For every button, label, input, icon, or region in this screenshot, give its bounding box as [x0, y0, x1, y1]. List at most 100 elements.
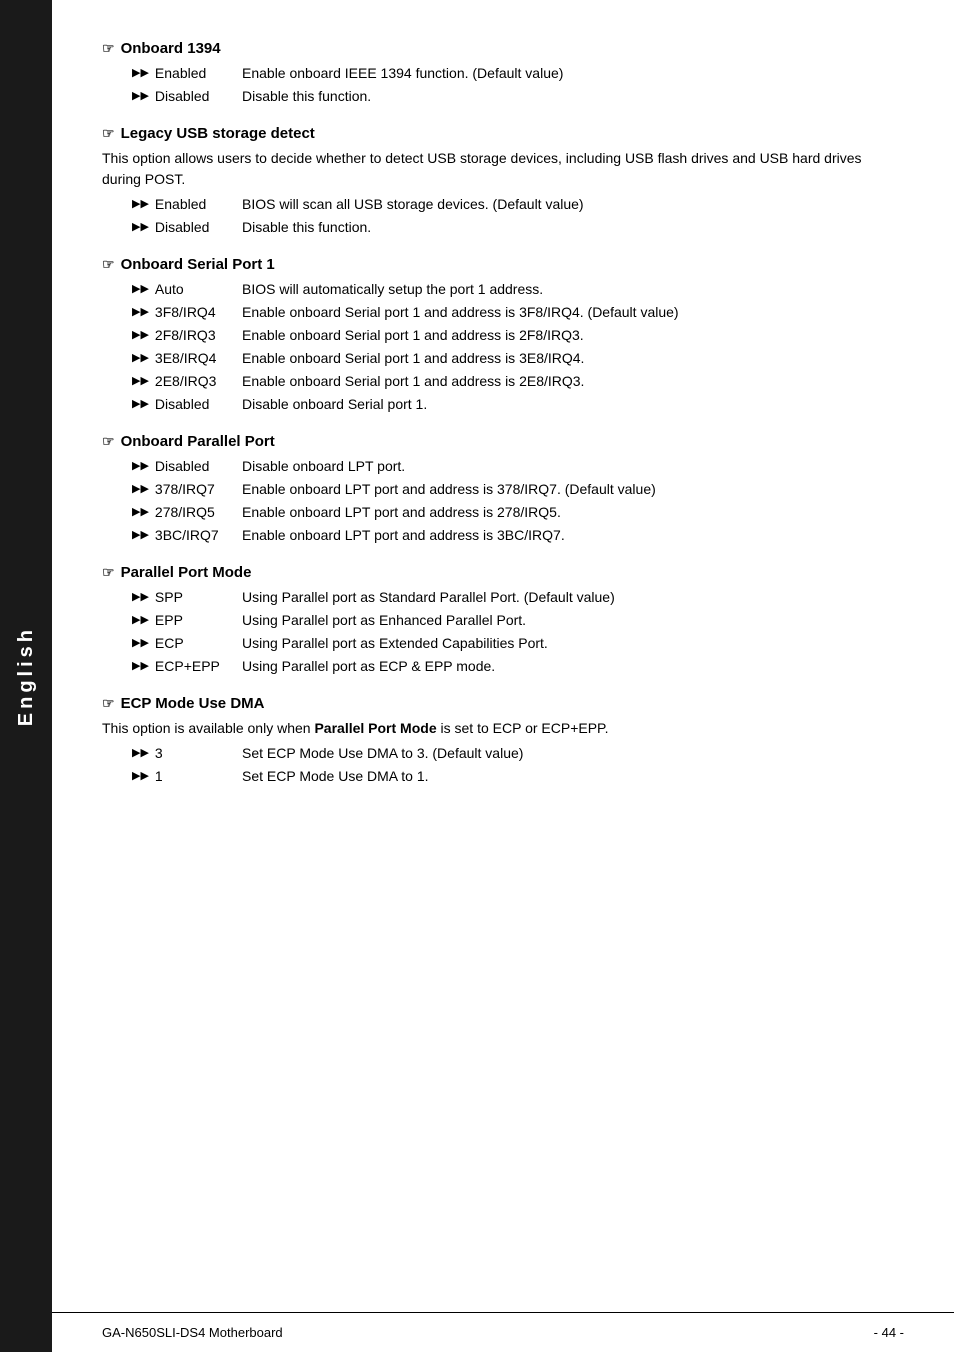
- list-item: ▶▶278/IRQ5 Enable onboard LPT port and a…: [132, 502, 904, 523]
- option-key: ▶▶3: [132, 743, 242, 764]
- arrow-icon: ▶▶: [132, 589, 149, 606]
- option-key: ▶▶Disabled: [132, 217, 242, 238]
- options-usb: ▶▶Enabled BIOS will scan all USB storage…: [132, 194, 904, 238]
- list-item: ▶▶2F8/IRQ3 Enable onboard Serial port 1 …: [132, 325, 904, 346]
- title-text-ecp-dma: ECP Mode Use DMA: [121, 695, 265, 712]
- title-text-1394: Onboard 1394: [121, 40, 221, 57]
- option-key: ▶▶EPP: [132, 610, 242, 631]
- option-key: ▶▶3F8/IRQ4: [132, 302, 242, 323]
- option-key: ▶▶Disabled: [132, 394, 242, 415]
- arrow-icon: ▶▶: [132, 612, 149, 629]
- arrow-icon: ▶▶: [132, 635, 149, 652]
- phone-icon-ecp-dma: ☞: [102, 695, 115, 712]
- option-key: ▶▶SPP: [132, 587, 242, 608]
- option-key: ▶▶278/IRQ5: [132, 502, 242, 523]
- option-desc: Enable onboard IEEE 1394 function. (Defa…: [242, 63, 904, 84]
- arrow-icon: ▶▶: [132, 327, 149, 344]
- title-text-parallel: Onboard Parallel Port: [121, 433, 275, 450]
- option-key: ▶▶1: [132, 766, 242, 787]
- option-key: ▶▶ECP: [132, 633, 242, 654]
- option-desc: Disable this function.: [242, 86, 904, 107]
- section-serial-port-1: ☞ Onboard Serial Port 1 ▶▶Auto BIOS will…: [102, 256, 904, 415]
- section-title-serial-port-1: ☞ Onboard Serial Port 1: [102, 256, 904, 273]
- list-item: ▶▶2E8/IRQ3 Enable onboard Serial port 1 …: [132, 371, 904, 392]
- option-desc: Set ECP Mode Use DMA to 1.: [242, 766, 904, 787]
- list-item: ▶▶Disabled Disable onboard LPT port.: [132, 456, 904, 477]
- option-desc: Enable onboard LPT port and address is 2…: [242, 502, 904, 523]
- arrow-icon: ▶▶: [132, 527, 149, 544]
- option-key: ▶▶3BC/IRQ7: [132, 525, 242, 546]
- option-desc: Disable this function.: [242, 217, 904, 238]
- section-parallel-mode: ☞ Parallel Port Mode ▶▶SPP Using Paralle…: [102, 564, 904, 677]
- options-serial1: ▶▶Auto BIOS will automatically setup the…: [132, 279, 904, 415]
- section-desc-ecp-dma: This option is available only when Paral…: [102, 718, 904, 739]
- list-item: ▶▶1 Set ECP Mode Use DMA to 1.: [132, 766, 904, 787]
- option-desc: Using Parallel port as Extended Capabili…: [242, 633, 904, 654]
- option-key: ▶▶ECP+EPP: [132, 656, 242, 677]
- list-item: ▶▶Disabled Disable this function.: [132, 86, 904, 107]
- footer-left: GA-N650SLI-DS4 Motherboard: [102, 1325, 283, 1340]
- title-text-parallel-mode: Parallel Port Mode: [121, 564, 252, 581]
- option-key: ▶▶2F8/IRQ3: [132, 325, 242, 346]
- option-desc: Enable onboard Serial port 1 and address…: [242, 371, 904, 392]
- arrow-icon: ▶▶: [132, 219, 149, 236]
- arrow-icon: ▶▶: [132, 768, 149, 785]
- list-item: ▶▶EPP Using Parallel port as Enhanced Pa…: [132, 610, 904, 631]
- option-key: ▶▶Enabled: [132, 194, 242, 215]
- option-key: ▶▶3E8/IRQ4: [132, 348, 242, 369]
- phone-icon-1394: ☞: [102, 40, 115, 57]
- section-ecp-dma: ☞ ECP Mode Use DMA This option is availa…: [102, 695, 904, 787]
- list-item: ▶▶Auto BIOS will automatically setup the…: [132, 279, 904, 300]
- option-desc: Using Parallel port as Standard Parallel…: [242, 587, 904, 608]
- option-desc: BIOS will automatically setup the port 1…: [242, 279, 904, 300]
- section-desc-usb: This option allows users to decide wheth…: [102, 148, 904, 190]
- list-item: ▶▶3E8/IRQ4 Enable onboard Serial port 1 …: [132, 348, 904, 369]
- option-desc: Set ECP Mode Use DMA to 3. (Default valu…: [242, 743, 904, 764]
- list-item: ▶▶Disabled Disable this function.: [132, 217, 904, 238]
- options-parallel-mode: ▶▶SPP Using Parallel port as Standard Pa…: [132, 587, 904, 677]
- option-key: ▶▶Disabled: [132, 456, 242, 477]
- option-desc: Using Parallel port as ECP & EPP mode.: [242, 656, 904, 677]
- phone-icon-usb: ☞: [102, 125, 115, 142]
- list-item: ▶▶ECP+EPP Using Parallel port as ECP & E…: [132, 656, 904, 677]
- list-item: ▶▶3 Set ECP Mode Use DMA to 3. (Default …: [132, 743, 904, 764]
- option-desc: Enable onboard Serial port 1 and address…: [242, 302, 904, 323]
- option-key: ▶▶378/IRQ7: [132, 479, 242, 500]
- arrow-icon: ▶▶: [132, 88, 149, 105]
- phone-icon-serial1: ☞: [102, 256, 115, 273]
- option-desc: Enable onboard LPT port and address is 3…: [242, 525, 904, 546]
- list-item: ▶▶3F8/IRQ4 Enable onboard Serial port 1 …: [132, 302, 904, 323]
- arrow-icon: ▶▶: [132, 658, 149, 675]
- option-desc: Disable onboard LPT port.: [242, 456, 904, 477]
- option-key: ▶▶2E8/IRQ3: [132, 371, 242, 392]
- option-desc: Using Parallel port as Enhanced Parallel…: [242, 610, 904, 631]
- arrow-icon: ▶▶: [132, 396, 149, 413]
- options-1394: ▶▶Enabled Enable onboard IEEE 1394 funct…: [132, 63, 904, 107]
- options-ecp-dma: ▶▶3 Set ECP Mode Use DMA to 3. (Default …: [132, 743, 904, 787]
- option-desc: BIOS will scan all USB storage devices. …: [242, 194, 904, 215]
- title-text-serial1: Onboard Serial Port 1: [121, 256, 275, 273]
- arrow-icon: ▶▶: [132, 745, 149, 762]
- footer-right: - 44 -: [874, 1325, 904, 1340]
- main-content: ☞ Onboard 1394 ▶▶Enabled Enable onboard …: [52, 0, 954, 885]
- arrow-icon: ▶▶: [132, 458, 149, 475]
- option-desc: Enable onboard LPT port and address is 3…: [242, 479, 904, 500]
- title-text-usb: Legacy USB storage detect: [121, 125, 315, 142]
- arrow-icon: ▶▶: [132, 504, 149, 521]
- arrow-icon: ▶▶: [132, 373, 149, 390]
- list-item: ▶▶ECP Using Parallel port as Extended Ca…: [132, 633, 904, 654]
- section-title-parallel-port: ☞ Onboard Parallel Port: [102, 433, 904, 450]
- list-item: ▶▶Enabled BIOS will scan all USB storage…: [132, 194, 904, 215]
- arrow-icon: ▶▶: [132, 65, 149, 82]
- list-item: ▶▶Disabled Disable onboard Serial port 1…: [132, 394, 904, 415]
- list-item: ▶▶Enabled Enable onboard IEEE 1394 funct…: [132, 63, 904, 84]
- option-desc: Enable onboard Serial port 1 and address…: [242, 348, 904, 369]
- option-desc: Disable onboard Serial port 1.: [242, 394, 904, 415]
- section-title-onboard-1394: ☞ Onboard 1394: [102, 40, 904, 57]
- arrow-icon: ▶▶: [132, 350, 149, 367]
- option-key: ▶▶Auto: [132, 279, 242, 300]
- options-parallel: ▶▶Disabled Disable onboard LPT port. ▶▶3…: [132, 456, 904, 546]
- phone-icon-parallel-mode: ☞: [102, 564, 115, 581]
- section-title-ecp-dma: ☞ ECP Mode Use DMA: [102, 695, 904, 712]
- option-desc: Enable onboard Serial port 1 and address…: [242, 325, 904, 346]
